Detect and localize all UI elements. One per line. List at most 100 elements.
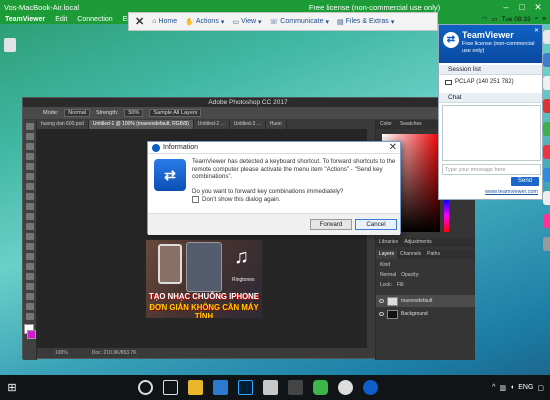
pen-tool-icon[interactable] (25, 263, 34, 270)
close-icon[interactable]: ✕ (389, 142, 397, 153)
chrome-icon[interactable] (338, 380, 354, 395)
windows-start-icon[interactable]: ⊞ (0, 375, 24, 400)
strength-input[interactable]: 50% (124, 109, 144, 117)
zoom-tool-icon[interactable] (25, 313, 34, 320)
crop-tool-icon[interactable] (25, 163, 34, 170)
task-view-icon[interactable] (163, 380, 179, 395)
close-icon[interactable]: ✕ (530, 2, 546, 13)
session-list-header[interactable]: Session list (439, 65, 542, 75)
document-image[interactable]: ♫ Ringtones TẠO NHẠC CHUÔNG IPHONE ĐƠN G… (146, 240, 262, 318)
lasso-tool-icon[interactable] (25, 143, 34, 150)
teamviewer-website-link[interactable]: www.teamviewer.com (485, 189, 538, 195)
chevron-up-icon[interactable]: ^ (492, 384, 495, 391)
eyedropper-tool-icon[interactable] (25, 173, 34, 180)
close-session-icon[interactable]: ✕ (135, 15, 144, 28)
app-icon[interactable] (543, 99, 550, 113)
healing-tool-icon[interactable] (25, 183, 34, 190)
battery-icon[interactable]: ▭ (491, 15, 497, 23)
photoshop-icon[interactable] (238, 380, 254, 395)
stamp-tool-icon[interactable] (25, 203, 34, 210)
blend-mode-select[interactable]: Normal (380, 272, 396, 281)
desktop-file-icon[interactable] (4, 38, 16, 52)
app-icon[interactable] (543, 53, 550, 67)
mode-select[interactable]: Normal (64, 109, 91, 117)
search-icon[interactable]: ⌕ (535, 15, 539, 23)
background-color-swatch[interactable] (27, 330, 36, 339)
dont-show-again-checkbox[interactable]: Don't show this dialog again. (192, 196, 281, 203)
network-icon[interactable]: ▥ (499, 384, 506, 392)
session-item[interactable]: PCLAP (140 251 782) (445, 79, 514, 85)
forward-button[interactable]: Forward (310, 219, 352, 230)
clock[interactable]: Tue 08:33 (502, 16, 531, 23)
sample-all-layers-checkbox[interactable]: Sample All Layers (149, 109, 202, 117)
tab-adjustments[interactable]: Adjustments (401, 238, 435, 247)
volume-icon[interactable]: ◖ (510, 384, 514, 391)
move-tool-icon[interactable] (25, 123, 34, 130)
layer-row[interactable]: Background (376, 308, 475, 320)
brush-tool-icon[interactable] (25, 193, 34, 200)
app-icon[interactable] (543, 122, 550, 136)
checkbox-box[interactable] (192, 196, 199, 203)
file-explorer-icon[interactable] (188, 380, 204, 395)
opacity-label[interactable]: Opacity: (401, 272, 419, 281)
view-button[interactable]: ▭ View ▾ (232, 18, 261, 26)
actions-button[interactable]: ✋ Actions ▾ (185, 18, 224, 26)
app-icon[interactable] (263, 380, 279, 395)
doc-tab-active[interactable]: Untitled-1 @ 100% (maxresdefault, RGB/8) (88, 120, 194, 129)
app-icon[interactable] (543, 76, 550, 90)
kind-filter[interactable]: Kind (380, 262, 390, 271)
maximize-icon[interactable]: □ (514, 2, 530, 12)
tab-color[interactable]: Color (376, 120, 396, 129)
home-button[interactable]: ⌂ Home (152, 18, 177, 25)
line-icon[interactable] (313, 380, 329, 395)
zoom-level[interactable]: 100% (55, 350, 68, 356)
layer-row[interactable]: maxresdefault (376, 295, 475, 307)
eraser-tool-icon[interactable] (25, 223, 34, 230)
tab-paths[interactable]: Paths (424, 250, 443, 259)
chat-input[interactable]: Type your message here (442, 164, 541, 175)
app-icon[interactable] (543, 145, 550, 159)
marquee-tool-icon[interactable] (25, 133, 34, 140)
finder-icon[interactable] (543, 30, 550, 44)
app-icon[interactable] (288, 380, 304, 395)
fill-label[interactable]: Fill: (397, 282, 405, 291)
quick-select-tool-icon[interactable] (25, 153, 34, 160)
doc-tab[interactable]: huong dan 600.psd (37, 120, 89, 129)
menu-teamviewer[interactable]: TeamViewer (0, 16, 50, 23)
app-icon[interactable] (543, 168, 550, 182)
history-brush-tool-icon[interactable] (25, 213, 34, 220)
eye-icon[interactable] (379, 312, 384, 316)
doc-tab[interactable]: Huon (265, 120, 287, 129)
shape-tool-icon[interactable] (25, 293, 34, 300)
panel-close-icon[interactable]: ✕ (534, 27, 539, 34)
app-icon[interactable] (543, 214, 550, 228)
send-button[interactable]: Send (511, 177, 539, 186)
cancel-button[interactable]: Cancel (355, 219, 397, 230)
doc-tab[interactable]: Untitled-2 ... (193, 120, 230, 129)
communicate-button[interactable]: ☏ Communicate ▾ (270, 18, 329, 26)
tab-libraries[interactable]: Libraries (376, 238, 401, 247)
menu-connection[interactable]: Connection (72, 16, 117, 23)
teamviewer-taskbar-icon[interactable] (363, 380, 379, 395)
store-icon[interactable] (213, 380, 229, 395)
menu-edit[interactable]: Edit (50, 16, 72, 23)
app-icon[interactable] (543, 237, 550, 251)
tab-channels[interactable]: Channels (397, 250, 424, 259)
hand-tool-icon[interactable] (25, 303, 34, 310)
doc-tab[interactable]: Untitled-3 ... (229, 120, 266, 129)
gradient-tool-icon[interactable] (25, 233, 34, 240)
app-icon[interactable] (543, 191, 550, 205)
minimize-icon[interactable]: – (498, 2, 514, 12)
wifi-icon[interactable]: ◠ (482, 15, 488, 23)
notification-icon[interactable]: ▢ (537, 384, 544, 392)
type-tool-icon[interactable] (25, 273, 34, 280)
language-indicator[interactable]: ENG (518, 384, 533, 391)
lock-label[interactable]: Lock: (380, 282, 392, 291)
path-select-tool-icon[interactable] (25, 283, 34, 290)
blur-tool-icon[interactable] (25, 243, 34, 250)
chat-header[interactable]: Chat (439, 93, 542, 103)
dodge-tool-icon[interactable] (25, 253, 34, 260)
tab-swatches[interactable]: Swatches (396, 120, 426, 129)
search-icon[interactable] (138, 380, 154, 395)
tab-layers[interactable]: Layers (376, 250, 398, 259)
